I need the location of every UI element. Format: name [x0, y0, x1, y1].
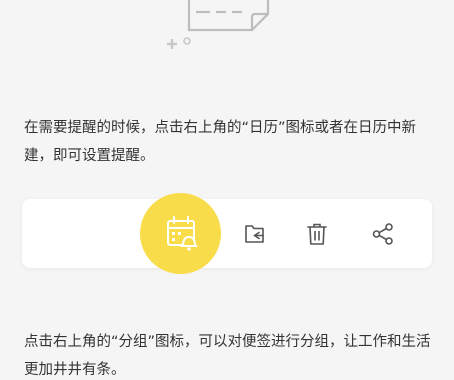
- calendar-highlight-circle: [140, 193, 221, 274]
- reminder-instruction-text: 在需要提醒的时候，点击右上角的“日历”图标或者在日历中新建，即可设置提醒。: [24, 120, 417, 164]
- onboarding-guide-page: 在需要提醒的时候，点击右上角的“日历”图标或者在日历中新建，即可设置提醒。 点击…: [0, 0, 454, 380]
- delete-button[interactable]: [302, 219, 332, 249]
- sticky-note-icon: [167, 0, 270, 49]
- folder-group-icon: [245, 225, 264, 243]
- note-toolbar: [22, 199, 432, 268]
- sticky-note-illustration: [160, 0, 280, 56]
- group-folder-button[interactable]: [240, 219, 270, 249]
- share-button[interactable]: [368, 219, 398, 249]
- share-icon: [372, 223, 393, 245]
- trash-icon: [307, 223, 327, 245]
- group-instruction-text: 点击右上角的“分组”图标，可以对便签进行分组，让工作和生活更加井井有条。: [24, 334, 431, 378]
- calendar-reminder-button[interactable]: [140, 193, 221, 274]
